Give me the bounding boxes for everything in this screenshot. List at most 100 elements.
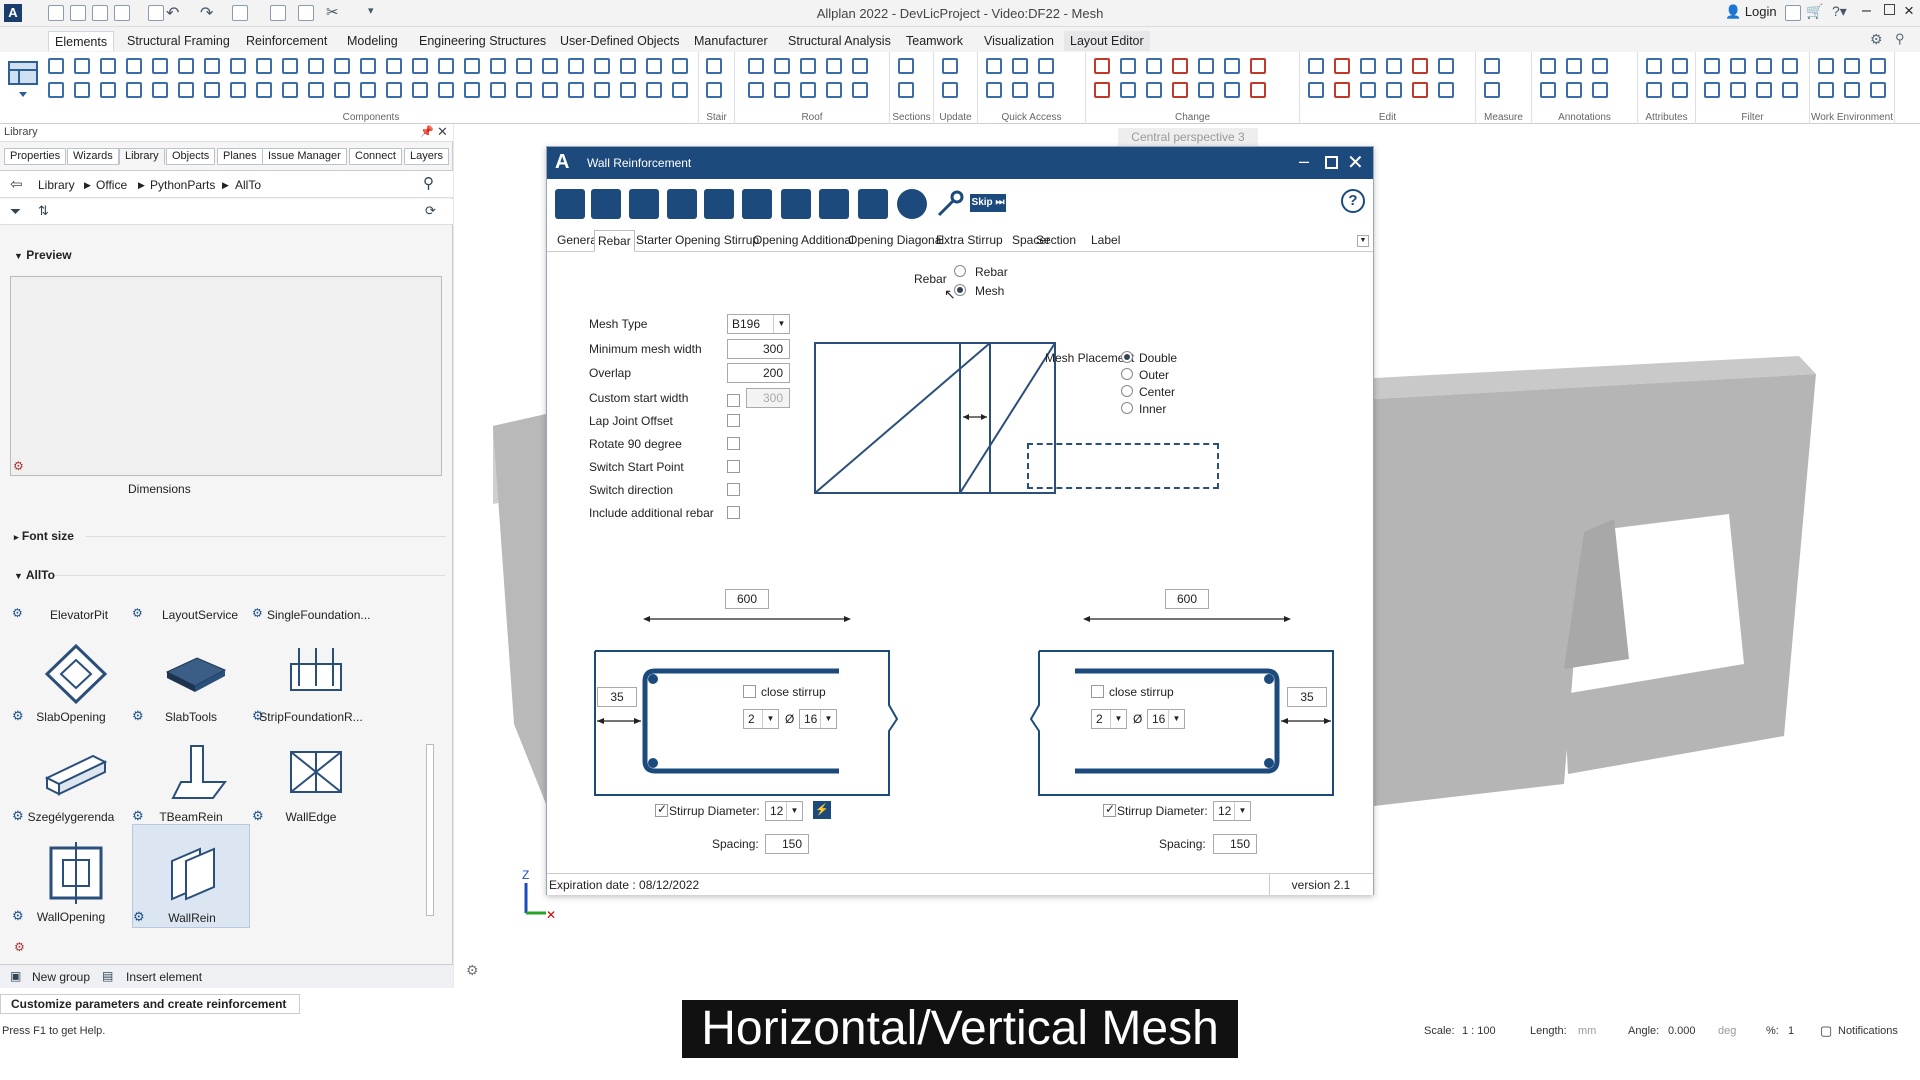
ribbon-tool-icon[interactable] — [1844, 82, 1860, 98]
placement-center-radio[interactable] — [1121, 385, 1133, 397]
ribbon-tool-icon[interactable] — [1756, 58, 1772, 74]
font-size-section-header[interactable]: ▸ Font size — [14, 529, 74, 543]
ribbon-tool-icon[interactable] — [1250, 82, 1266, 98]
ribbon-tool-icon[interactable] — [1704, 82, 1720, 98]
ribbon-tool-icon[interactable] — [412, 58, 428, 74]
ribbon-tool-icon[interactable] — [334, 82, 350, 98]
length-unit[interactable]: mm — [1578, 1025, 1596, 1037]
right-stirrup-diameter-checkbox[interactable] — [1103, 802, 1116, 817]
close-button[interactable]: × — [1904, 1, 1914, 21]
left-length-input[interactable]: 600 — [725, 589, 769, 609]
panel-tab-connect[interactable]: Connect — [349, 148, 402, 165]
placement-outer-radio[interactable] — [1121, 368, 1133, 380]
ribbon-tool-icon[interactable] — [1038, 82, 1054, 98]
pin-icon[interactable]: ⚲ — [1895, 31, 1905, 47]
right-offset-input[interactable]: 35 — [1287, 687, 1327, 707]
ribbon-tool-icon[interactable] — [490, 58, 506, 74]
ribbon-tool-icon[interactable] — [1172, 58, 1188, 74]
ribbon-tool-icon[interactable] — [1146, 58, 1162, 74]
ribbon-tool-icon[interactable] — [1438, 82, 1454, 98]
abc-label-icon[interactable] — [629, 189, 659, 219]
ribbon-tool-icon[interactable] — [360, 58, 376, 74]
panel-tab-objects[interactable]: Objects — [166, 148, 216, 165]
ribbon-tool-icon[interactable] — [1120, 58, 1136, 74]
right-close-stirrup-checkbox[interactable] — [1091, 685, 1104, 698]
ribbon-tool-icon[interactable] — [256, 58, 272, 74]
ribbon-tool-icon[interactable] — [1386, 82, 1402, 98]
ribbon-tool-icon[interactable] — [516, 82, 532, 98]
ribbon-tool-icon[interactable] — [1844, 58, 1860, 74]
ribbon-tool-icon[interactable] — [1782, 82, 1798, 98]
ribbon-tab-structural-analysis[interactable]: Structural Analysis — [782, 31, 897, 51]
ribbon-tab-user-defined-objects[interactable]: User-Defined Objects — [554, 31, 686, 51]
tab-section[interactable]: Section — [1033, 233, 1079, 247]
ribbon-tool-icon[interactable] — [412, 82, 428, 98]
tabs-overflow-chevron-icon[interactable]: ▼ — [1357, 235, 1369, 247]
ribbon-tool-icon[interactable] — [1566, 82, 1582, 98]
breadcrumb-pythonparts[interactable]: PythonParts — [150, 178, 215, 192]
ribbon-tool-icon[interactable] — [1756, 82, 1772, 98]
refresh-icon[interactable]: ⟳ — [425, 203, 436, 219]
ribbon-tool-icon[interactable] — [178, 82, 194, 98]
ribbon-tool-icon[interactable] — [1870, 82, 1886, 98]
left-offset-input[interactable]: 35 — [597, 687, 637, 707]
close-panel-icon[interactable]: ✕ — [437, 124, 448, 140]
ribbon-tool-icon[interactable] — [464, 58, 480, 74]
home-icon[interactable] — [591, 189, 621, 219]
ribbon-tool-icon[interactable] — [1094, 58, 1110, 74]
ribbon-tool-icon[interactable] — [1484, 58, 1500, 74]
viewport-tab[interactable]: Central perspective 3 — [1118, 128, 1258, 146]
rotate-90-checkbox[interactable] — [727, 437, 740, 450]
panel-tab-layers[interactable]: Layers — [404, 148, 450, 165]
ribbon-tool-icon[interactable] — [1730, 58, 1746, 74]
left-spacing-input[interactable]: 150 — [765, 834, 809, 854]
ribbon-tool-icon[interactable] — [1360, 82, 1376, 98]
ribbon-tool-icon[interactable] — [204, 58, 220, 74]
calculator-icon[interactable] — [858, 189, 888, 219]
ribbon-tool-icon[interactable] — [1094, 82, 1110, 98]
notifications-icon[interactable]: ▢ — [1820, 1023, 1832, 1039]
ribbon-tool-icon[interactable] — [386, 82, 402, 98]
ribbon-tool-icon[interactable] — [1198, 58, 1214, 74]
ribbon-tool-icon[interactable] — [1818, 58, 1834, 74]
ribbon-tool-icon[interactable] — [334, 58, 350, 74]
ribbon-tool-icon[interactable] — [1012, 82, 1028, 98]
ribbon-tool-icon[interactable] — [100, 82, 116, 98]
ribbon-tool-icon[interactable] — [1438, 58, 1454, 74]
ribbon-tool-icon[interactable] — [1038, 58, 1054, 74]
viewport-settings-icon[interactable]: ⚙ — [466, 962, 479, 979]
copy-layer-icon[interactable] — [704, 189, 734, 219]
preview-section-header[interactable]: ▼ Preview — [14, 248, 72, 262]
ribbon-tool-icon[interactable] — [542, 82, 558, 98]
cart-icon[interactable]: 🛒 — [1806, 3, 1823, 20]
ribbon-tool-icon[interactable] — [386, 58, 402, 74]
ribbon-tool-icon[interactable] — [48, 82, 64, 98]
dialog-maximize-button[interactable] — [1325, 156, 1338, 169]
ribbon-tool-icon[interactable] — [1540, 82, 1556, 98]
panel-tab-library[interactable]: Library — [119, 148, 165, 165]
panel-tab-issue-manager[interactable]: Issue Manager — [262, 148, 347, 165]
panel-tab-properties[interactable]: Properties — [4, 148, 67, 165]
right-length-input[interactable]: 600 — [1165, 589, 1209, 609]
ribbon-tool-icon[interactable] — [852, 82, 868, 98]
ribbon-tool-icon[interactable] — [48, 58, 64, 74]
restore-button[interactable] — [1884, 4, 1895, 15]
right-spacing-input[interactable]: 150 — [1213, 834, 1257, 854]
ribbon-tool-icon[interactable] — [438, 82, 454, 98]
ribbon-tool-icon[interactable] — [1412, 58, 1428, 74]
ribbon-tool-icon[interactable] — [230, 58, 246, 74]
login-button[interactable]: 👤 Login — [1725, 4, 1777, 20]
ribbon-tool-icon[interactable] — [152, 58, 168, 74]
ribbon-tool-icon[interactable] — [282, 58, 298, 74]
tab-rebar[interactable]: Rebar — [594, 230, 635, 252]
ribbon-tab-elements[interactable]: Elements — [48, 31, 115, 51]
ribbon-tool-icon[interactable] — [74, 82, 90, 98]
lap-joint-offset-checkbox[interactable] — [727, 414, 740, 427]
tab-label[interactable]: Label — [1088, 233, 1123, 247]
ribbon-tool-icon[interactable] — [1360, 58, 1376, 74]
library-scrollbar[interactable] — [426, 744, 434, 916]
lib-item-elevatorpit[interactable]: ElevatorPit — [50, 608, 108, 622]
ribbon-tab-visualization[interactable]: Visualization — [978, 31, 1060, 51]
right-count-select[interactable]: 2 ▼ — [1091, 709, 1127, 729]
ribbon-tool-icon[interactable] — [1592, 58, 1608, 74]
